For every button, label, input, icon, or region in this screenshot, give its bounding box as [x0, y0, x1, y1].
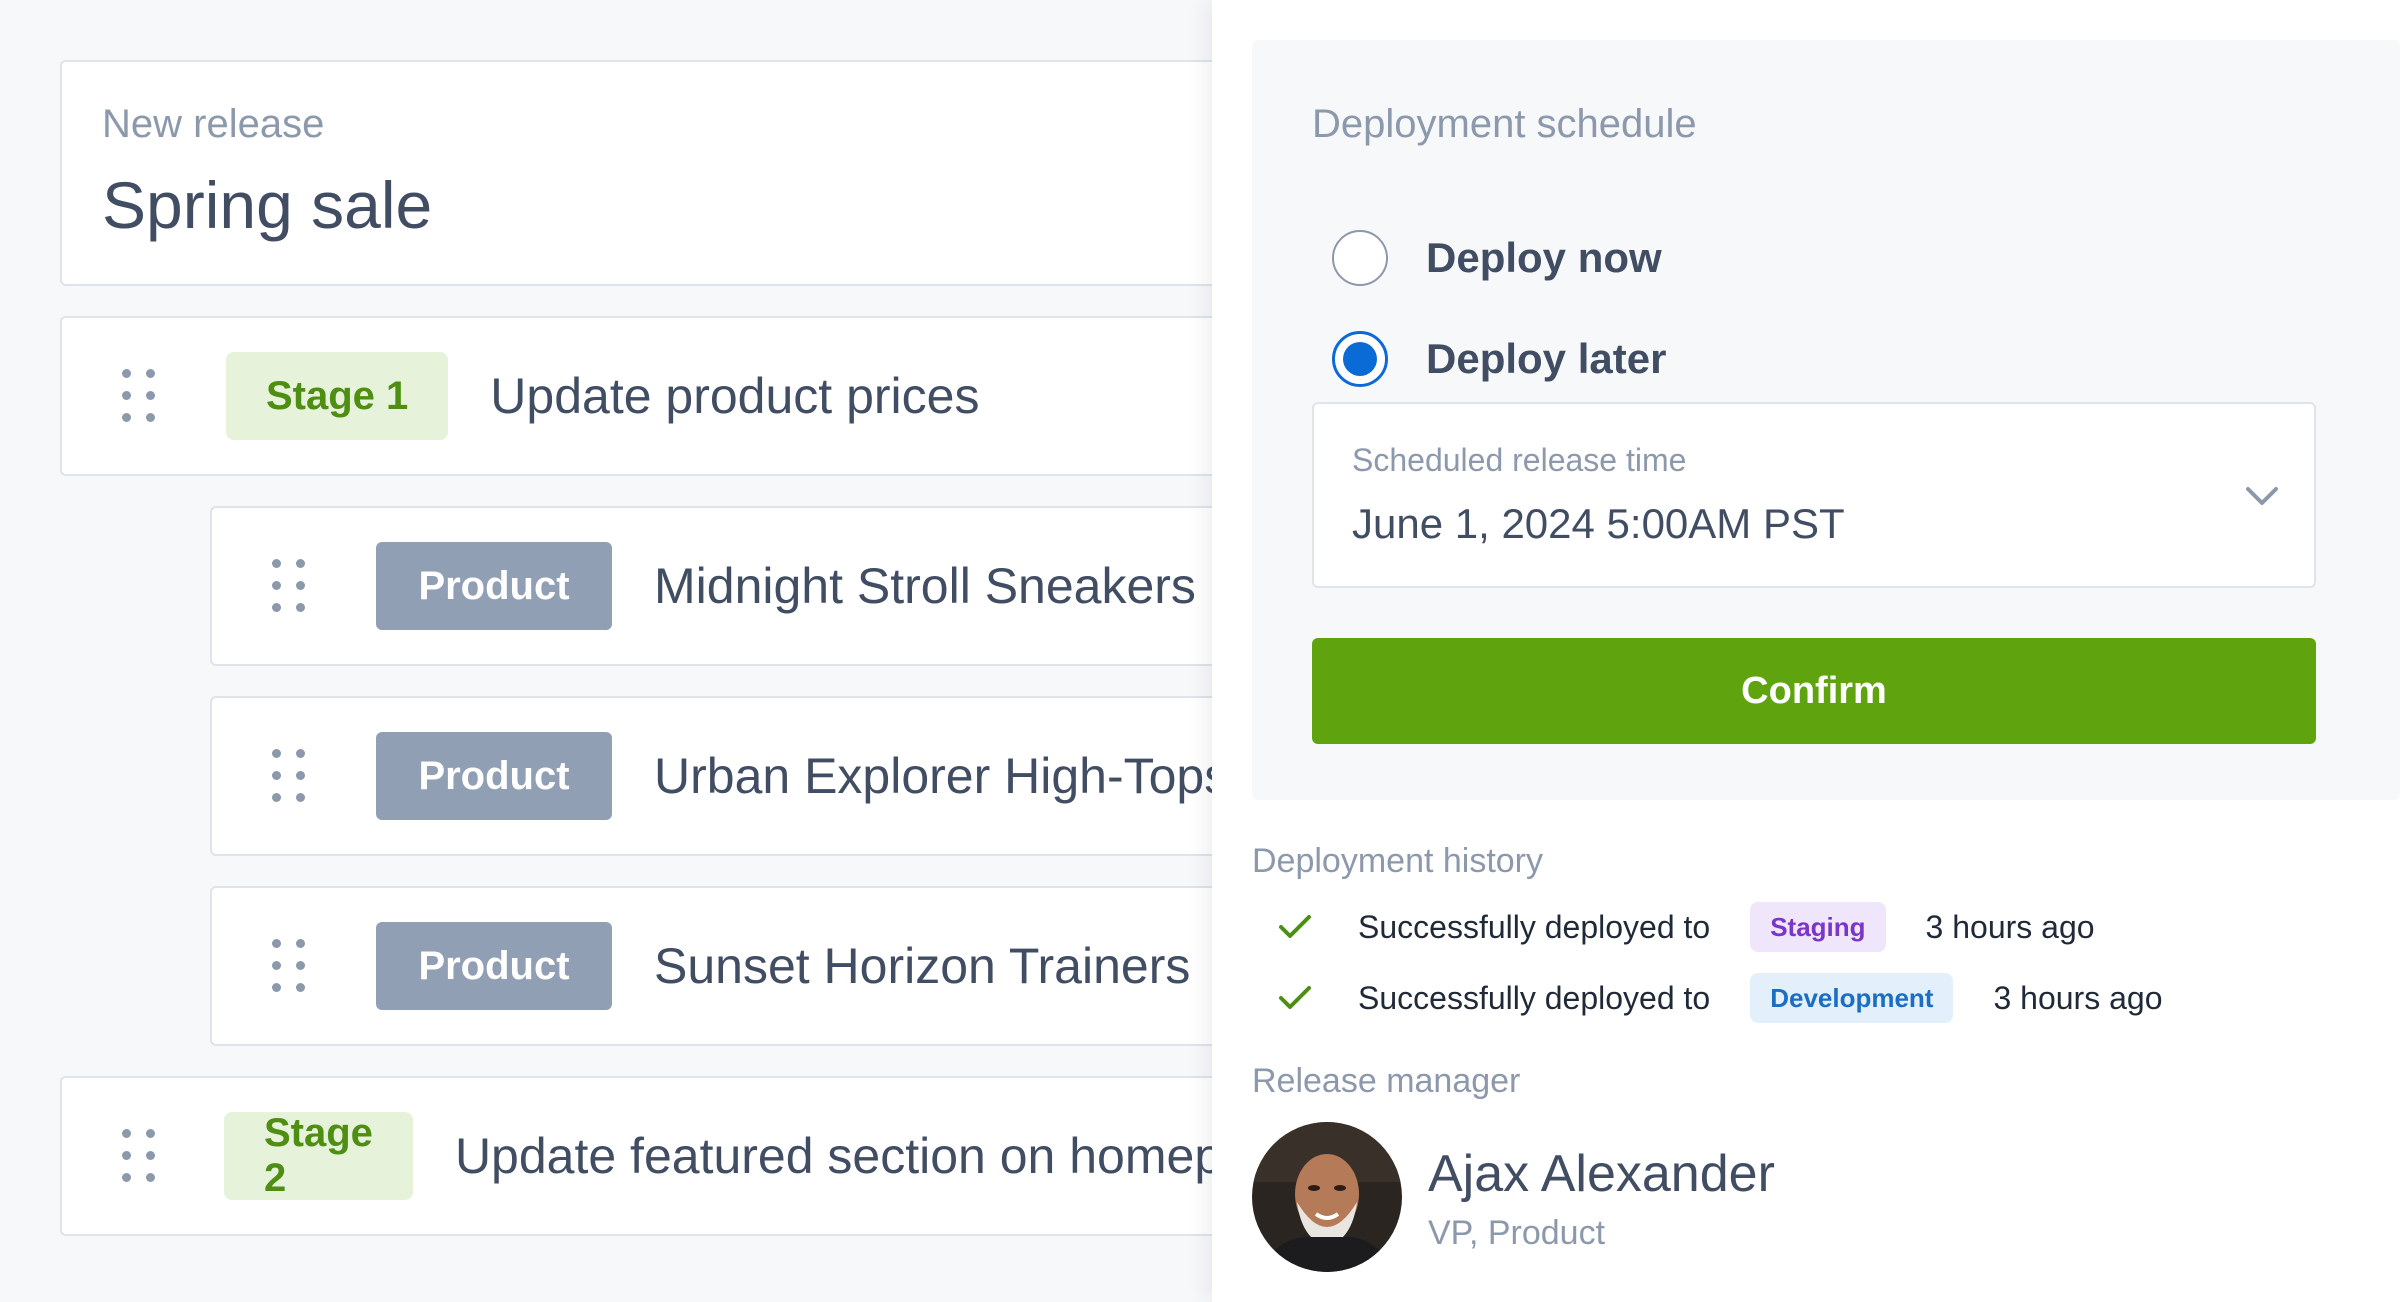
checkmark-icon: [1279, 915, 1311, 938]
drag-handle-icon[interactable]: [272, 749, 308, 803]
radio-label: Deploy later: [1426, 335, 1667, 382]
radio-button-checked[interactable]: [1332, 331, 1388, 387]
stage-badge: Stage 1: [226, 352, 449, 440]
product-title: Sunset Horizon Trainers: [654, 938, 1191, 994]
release-label: New release: [102, 102, 325, 146]
product-badge: Product: [376, 922, 612, 1010]
stage-row[interactable]: Stage 1 Update product prices: [60, 316, 1220, 476]
history-time: 3 hours ago: [1993, 979, 2163, 1016]
product-badge: Product: [376, 732, 612, 820]
product-badge: Product: [376, 542, 612, 630]
environment-badge: Development: [1750, 973, 1954, 1023]
manager-name: Ajax Alexander: [1428, 1145, 1775, 1203]
history-text: Successfully deployed to: [1358, 908, 1711, 945]
deploy-now-option[interactable]: Deploy now: [1332, 230, 1662, 286]
avatar: [1252, 1122, 1402, 1272]
release-title[interactable]: Spring sale: [102, 167, 432, 243]
drag-handle-icon[interactable]: [272, 559, 308, 613]
drag-handle-icon[interactable]: [122, 369, 158, 423]
radio-button-unchecked[interactable]: [1332, 230, 1388, 286]
radio-label: Deploy now: [1426, 234, 1662, 281]
product-row[interactable]: Product Urban Explorer High-Tops: [210, 696, 1220, 856]
stage-badge: Stage 2: [224, 1111, 413, 1200]
deploy-later-option[interactable]: Deploy later: [1332, 331, 1666, 387]
product-row[interactable]: Product Midnight Stroll Sneakers: [210, 506, 1220, 666]
history-text: Successfully deployed to: [1358, 979, 1711, 1016]
environment-badge: Staging: [1750, 902, 1886, 952]
manager-role: VP, Product: [1428, 1214, 1606, 1252]
select-label: Scheduled release time: [1352, 442, 1687, 478]
stage-row[interactable]: Stage 2 Update featured section on homep…: [60, 1076, 1220, 1236]
select-value: June 1, 2024 5:00AM PST: [1352, 500, 1845, 547]
product-row[interactable]: Product Sunset Horizon Trainers: [210, 886, 1220, 1046]
scheduled-release-time-select[interactable]: Scheduled release time June 1, 2024 5:00…: [1312, 402, 2316, 588]
release-editor: New release Spring sale Stage 1 Update p…: [0, 0, 1220, 1302]
stage-title: Update product prices: [490, 368, 980, 424]
deployment-schedule-section: Deployment schedule Deploy now Deploy la…: [1252, 40, 2400, 800]
stage-title: Update featured section on homepage: [454, 1128, 1220, 1184]
section-heading: Deployment schedule: [1312, 102, 1697, 146]
deployment-panel: Deployment schedule Deploy now Deploy la…: [1212, 0, 2400, 1302]
confirm-button[interactable]: Confirm: [1312, 638, 2316, 744]
product-title: Urban Explorer High-Tops: [654, 748, 1220, 804]
chevron-down-icon[interactable]: [2244, 484, 2280, 508]
history-entry: Successfully deployed to Development 3 h…: [1278, 970, 2162, 1026]
drag-handle-icon[interactable]: [272, 939, 308, 993]
checkmark-icon: [1279, 986, 1311, 1009]
release-header-card: New release Spring sale: [60, 60, 1220, 286]
product-title: Midnight Stroll Sneakers: [654, 558, 1196, 614]
section-heading: Release manager: [1252, 1062, 1521, 1100]
history-time: 3 hours ago: [1925, 908, 2095, 945]
drag-handle-icon[interactable]: [122, 1129, 156, 1183]
history-entry: Successfully deployed to Staging 3 hours…: [1278, 899, 2095, 955]
section-heading: Deployment history: [1252, 842, 1544, 880]
